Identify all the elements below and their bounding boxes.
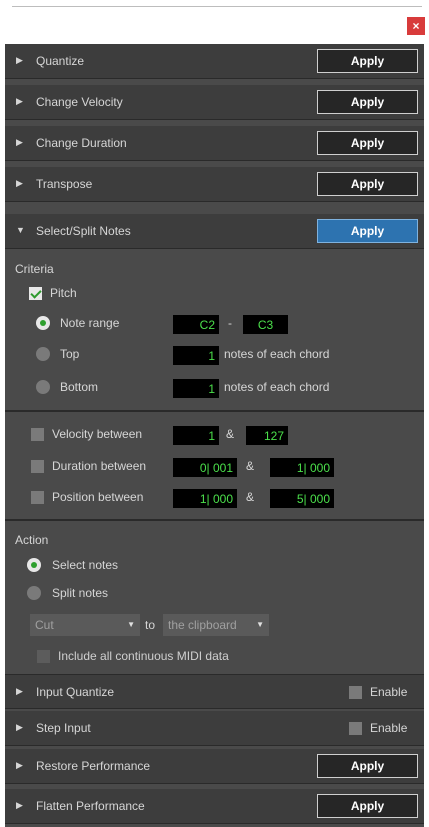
expand-triangle-icon: ▶ — [16, 96, 23, 106]
bottom-suffix: notes of each chord — [224, 380, 330, 394]
expand-triangle-icon: ▶ — [16, 800, 23, 810]
close-button[interactable]: × — [407, 17, 425, 35]
collapse-triangle-icon: ▼ — [16, 225, 25, 235]
select-notes-radio[interactable] — [27, 558, 41, 572]
top-suffix: notes of each chord — [224, 347, 330, 361]
pitch-checkbox[interactable] — [29, 287, 42, 300]
velocity-to-field[interactable]: 127 — [246, 426, 288, 445]
split-destination-select[interactable]: the clipboard ▼ — [163, 614, 269, 636]
section-label: Step Input — [36, 721, 91, 735]
section-label: Select/Split Notes — [36, 224, 131, 238]
section-restore-performance[interactable]: ▶ Restore Performance Apply — [5, 749, 424, 784]
section-input-quantize[interactable]: ▶ Input Quantize Enable — [5, 674, 424, 709]
split-notes-radio[interactable] — [27, 586, 41, 600]
section-step-input[interactable]: ▶ Step Input Enable — [5, 711, 424, 746]
flatten-performance-apply-button[interactable]: Apply — [317, 794, 418, 818]
expand-triangle-icon: ▶ — [16, 722, 23, 732]
velocity-and: & — [226, 427, 235, 441]
duration-checkbox[interactable] — [31, 460, 44, 473]
criteria-divider — [5, 410, 424, 412]
bottom-label: Bottom — [60, 380, 99, 394]
expand-triangle-icon: ▶ — [16, 178, 23, 188]
split-action-value: Cut — [35, 618, 54, 632]
restore-performance-apply-button[interactable]: Apply — [317, 754, 418, 778]
duration-label: Duration between — [52, 459, 147, 473]
split-destination-value: the clipboard — [168, 618, 237, 632]
section-change-duration[interactable]: ▶ Change Duration Apply — [5, 126, 424, 161]
window-titlebar: × — [0, 0, 429, 41]
close-icon: × — [412, 19, 420, 33]
note-range-radio[interactable] — [36, 316, 50, 330]
note-range-to-field[interactable]: C3 — [243, 315, 288, 334]
section-transpose[interactable]: ▶ Transpose Apply — [5, 167, 424, 202]
note-range-label: Note range — [60, 316, 120, 330]
quantize-apply-button[interactable]: Apply — [317, 49, 418, 73]
velocity-checkbox[interactable] — [31, 428, 44, 441]
to-label: to — [145, 618, 156, 632]
duration-and: & — [246, 459, 255, 473]
transpose-apply-button[interactable]: Apply — [317, 172, 418, 196]
top-count-field[interactable]: 1 — [173, 346, 219, 365]
section-label: Input Quantize — [36, 685, 115, 699]
section-label: Flatten Performance — [36, 799, 145, 813]
top-radio[interactable] — [36, 347, 50, 361]
section-label: Change Duration — [36, 136, 127, 150]
change-duration-apply-button[interactable]: Apply — [317, 131, 418, 155]
duration-to-field[interactable]: 1| 000 — [270, 458, 334, 477]
section-quantize[interactable]: ▶ Quantize Apply — [5, 44, 424, 79]
expand-triangle-icon: ▶ — [16, 137, 23, 147]
position-from-field[interactable]: 1| 000 — [173, 489, 237, 508]
input-quantize-enable-checkbox[interactable] — [349, 686, 362, 699]
expand-triangle-icon: ▶ — [16, 55, 23, 65]
velocity-from-field[interactable]: 1 — [173, 426, 219, 445]
position-and: & — [246, 490, 255, 504]
expand-triangle-icon: ▶ — [16, 686, 23, 696]
section-label: Quantize — [36, 54, 85, 68]
section-label: Restore Performance — [36, 759, 151, 773]
select-notes-label: Select notes — [52, 558, 119, 572]
position-to-field[interactable]: 5| 000 — [270, 489, 334, 508]
split-notes-label: Split notes — [52, 586, 109, 600]
position-checkbox[interactable] — [31, 491, 44, 504]
chevron-down-icon: ▼ — [256, 620, 264, 629]
note-range-from-field[interactable]: C2 — [173, 315, 219, 334]
section-change-velocity[interactable]: ▶ Change Velocity Apply — [5, 85, 424, 120]
include-midi-checkbox[interactable] — [37, 650, 50, 663]
criteria-heading: Criteria — [15, 262, 54, 276]
expand-triangle-icon: ▶ — [16, 760, 23, 770]
bottom-count-field[interactable]: 1 — [173, 379, 219, 398]
chevron-down-icon: ▼ — [127, 620, 135, 629]
filters-divider — [5, 519, 424, 521]
include-midi-label: Include all continuous MIDI data — [58, 649, 229, 663]
split-action-select[interactable]: Cut ▼ — [30, 614, 140, 636]
section-flatten-performance[interactable]: ▶ Flatten Performance Apply — [5, 789, 424, 824]
section-label: Transpose — [36, 177, 93, 191]
position-label: Position between — [52, 490, 144, 504]
enable-label: Enable — [370, 721, 408, 735]
change-velocity-apply-button[interactable]: Apply — [317, 90, 418, 114]
velocity-label: Velocity between — [52, 427, 143, 441]
step-input-enable-checkbox[interactable] — [349, 722, 362, 735]
section-label: Change Velocity — [36, 95, 123, 109]
section-select-split-notes[interactable]: ▼ Select/Split Notes Apply — [5, 214, 424, 249]
action-heading: Action — [15, 533, 49, 547]
bottom-radio[interactable] — [36, 380, 50, 394]
enable-label: Enable — [370, 685, 408, 699]
select-split-apply-button[interactable]: Apply — [317, 219, 418, 243]
midi-tools-panel: ▶ Quantize Apply ▶ Change Velocity Apply… — [5, 44, 424, 827]
note-range-separator: - — [228, 316, 232, 330]
pitch-label: Pitch — [50, 286, 77, 300]
titlebar-divider — [12, 6, 422, 7]
top-label: Top — [60, 347, 80, 361]
duration-from-field[interactable]: 0| 001 — [173, 458, 237, 477]
